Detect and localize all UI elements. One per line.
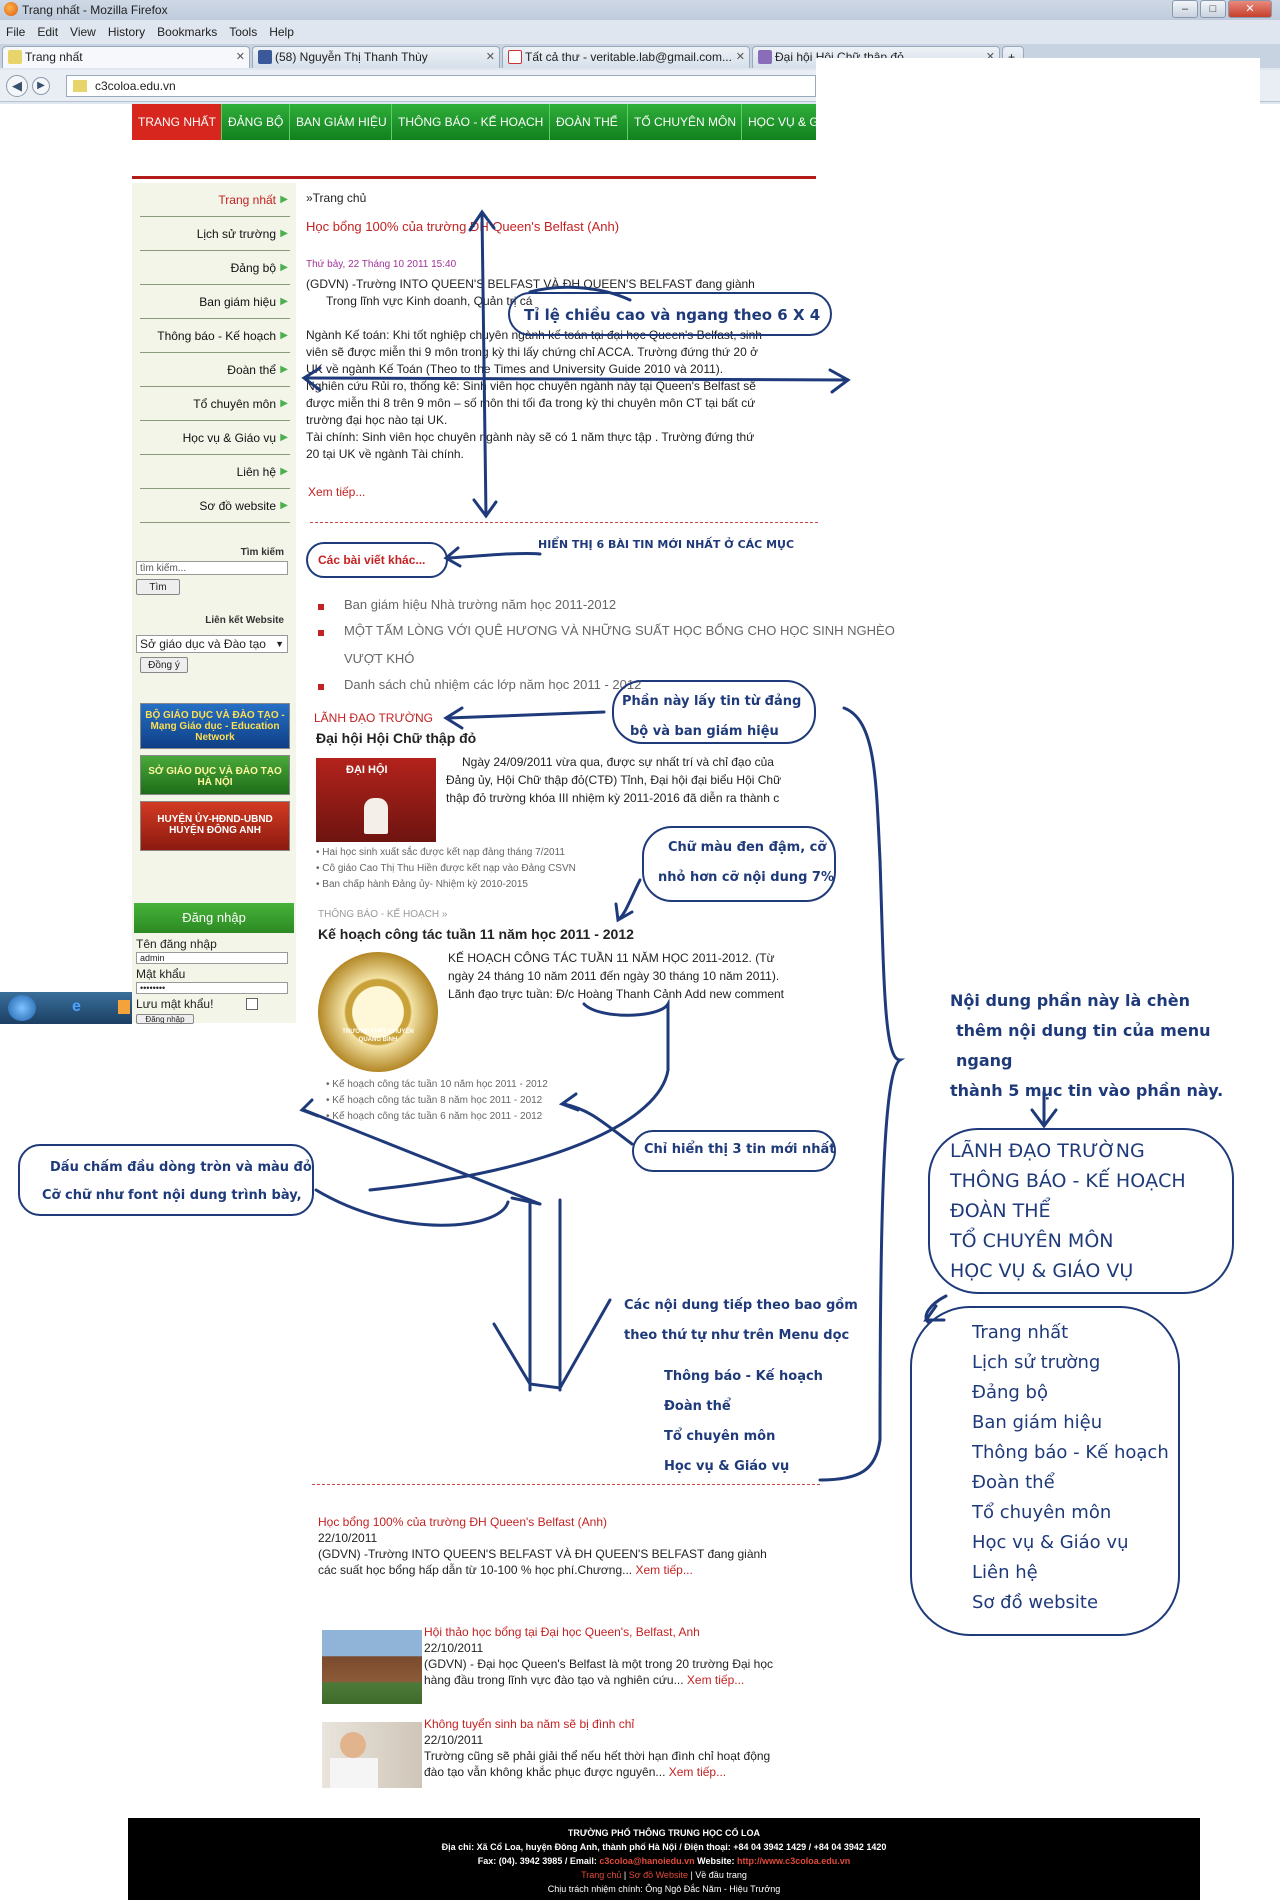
annotation-following-list: Thông báo - Kế hoạch Đoàn thể Tổ chuyên …: [664, 1362, 823, 1482]
menu-list-item: Thông báo - Kế hoạch: [972, 1442, 1169, 1463]
annotation-bold-1: Chữ màu đen đậm, cỡ: [668, 840, 827, 855]
annotation-bold-2: nhỏ hơn cỡ nội dung 7%: [658, 870, 834, 885]
menu-list-item: Ban giám hiệu: [972, 1412, 1103, 1433]
vertical-measure-arrow: [480, 212, 488, 518]
menu-list-item: Lịch sử trường: [972, 1352, 1101, 1373]
menu-list-item: Trang nhất: [972, 1322, 1069, 1343]
annotation-bubble: [306, 542, 448, 578]
annotation-bullet-2: Cỡ chữ như font nội dung trình bày,: [42, 1188, 302, 1203]
annotation-ratio: Tỉ lệ chiều cao và ngang theo 6 X 4: [524, 306, 821, 324]
menu-list-item: Liên hệ: [972, 1562, 1038, 1583]
annotation-insert-note: Nội dung phần này là chèn thêm nội dung …: [950, 986, 1270, 1106]
annotation-party-1: Phần này lấy tin từ đảng: [622, 694, 802, 709]
insert-note-line: Nội dung phần này là chèn: [950, 991, 1190, 1010]
five-item: ĐOÀN THỂ: [950, 1200, 1051, 1222]
following-item: Thông báo - Kế hoạch: [664, 1369, 823, 1384]
annotation-following-1: Các nội dung tiếp theo bao gồm: [624, 1298, 858, 1313]
five-item: HỌC VỤ & GIÁO VỤ: [950, 1260, 1134, 1282]
annotation-show6: HIỂN THỊ 6 BÀI TIN MỚI NHẤT Ở CÁC MỤC: [538, 538, 795, 551]
five-item: TỔ CHUYÊN MÔN: [950, 1230, 1114, 1252]
five-item: LÃNH ĐẠO TRƯỜNG: [950, 1140, 1145, 1162]
menu-list-item: Tổ chuyên môn: [972, 1502, 1112, 1523]
annotation-menu-list: Trang nhất Lịch sử trường Đảng bộ Ban gi…: [972, 1318, 1169, 1618]
menu-list-item: Đoàn thể: [972, 1472, 1055, 1493]
following-item: Đoàn thể: [664, 1399, 731, 1414]
menu-list-item: Đảng bộ: [972, 1382, 1048, 1403]
annotation-bubble: [642, 826, 836, 902]
insert-note-line: thành 5 mục tin vào phần này.: [950, 1081, 1224, 1100]
insert-note-line: thêm nội dung tin của menu ngang: [956, 1021, 1211, 1070]
annotation-party-2: bộ và ban giám hiệu: [630, 724, 779, 739]
menu-list-item: Học vụ & Giáo vụ: [972, 1532, 1129, 1553]
annotation-three: Chỉ hiển thị 3 tin mới nhất: [644, 1142, 836, 1157]
horizontal-measure-arrow: [304, 376, 850, 382]
following-item: Tổ chuyên môn: [664, 1429, 776, 1444]
menu-list-item: Sơ đồ website: [972, 1592, 1099, 1613]
annotation-five-list: LÃNH ĐẠO TRƯỜNG THÔNG BÁO - KẾ HOẠCH ĐOÀ…: [950, 1136, 1186, 1286]
annotation-following-2: theo thứ tự như trên Menu dọc: [624, 1328, 850, 1343]
five-item: THÔNG BÁO - KẾ HOẠCH: [950, 1170, 1186, 1192]
following-item: Học vụ & Giáo vụ: [664, 1459, 790, 1474]
annotation-bubble: [18, 1144, 314, 1216]
annotation-bullet-1: Dấu chấm đầu dòng tròn và màu đỏ: [50, 1160, 312, 1175]
